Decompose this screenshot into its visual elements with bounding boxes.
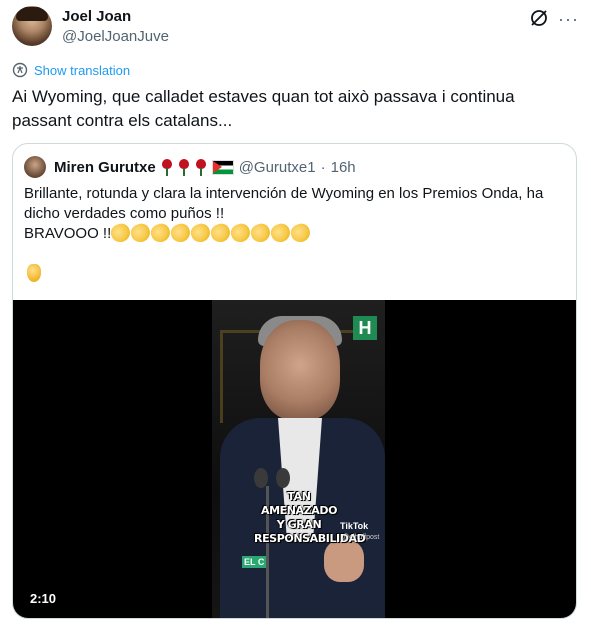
rose-icon bbox=[178, 158, 190, 176]
video-player[interactable]: H TAN AMENAZADO Y GRAN RESPONSABILIDAD T… bbox=[13, 300, 576, 618]
quoted-author-handle[interactable]: @Gurutxe1 bbox=[239, 159, 316, 176]
rose-icon bbox=[161, 158, 173, 176]
quoted-tweet-header: Miren Gurutxe @Gurutxe1 · 16h bbox=[24, 156, 356, 178]
tiktok-username: @elhuffpost bbox=[342, 534, 380, 541]
translate-icon bbox=[12, 62, 28, 78]
clapping-hands-icon bbox=[288, 221, 313, 245]
quoted-tweet[interactable]: Miren Gurutxe @Gurutxe1 · 16h Brillante,… bbox=[12, 143, 577, 619]
quoted-tweet-time[interactable]: 16h bbox=[331, 159, 356, 176]
clapping-hands-icon bbox=[188, 221, 213, 245]
video-caption: TAN AMENAZADO Y GRAN RESPONSABILIDAD bbox=[254, 490, 366, 546]
caption-line: TAN AMENAZADO bbox=[260, 490, 338, 517]
separator-dot: · bbox=[320, 158, 326, 176]
video-duration: 2:10 bbox=[26, 589, 61, 608]
clapping-hands-icon bbox=[108, 221, 133, 245]
speaker-hand bbox=[324, 540, 364, 582]
clapping-hands-row bbox=[108, 221, 313, 245]
quoted-text-line: Brillante, rotunda y clara la intervenci… bbox=[24, 185, 544, 202]
lower-third-label: EL C bbox=[242, 556, 267, 568]
author-handle[interactable]: @JoelJoanJuve bbox=[62, 28, 169, 45]
grok-icon[interactable] bbox=[529, 8, 549, 28]
show-translation-label[interactable]: Show translation bbox=[34, 63, 130, 78]
clapping-hands-icon bbox=[168, 221, 193, 245]
tweet-header: Joel Joan @JoelJoanJuve ··· bbox=[12, 6, 579, 48]
huffpost-logo: H bbox=[353, 316, 377, 340]
clapping-hands-icon bbox=[208, 221, 233, 245]
speaker-head bbox=[260, 320, 340, 420]
microphone-icon bbox=[254, 468, 268, 488]
clapping-hands-icon bbox=[248, 221, 273, 245]
caption-line: Y GRAN bbox=[276, 518, 322, 531]
more-options-icon[interactable]: ··· bbox=[558, 9, 579, 30]
clapping-hands-icon bbox=[228, 221, 253, 245]
tiktok-watermark: TikTok bbox=[340, 521, 369, 531]
clapping-hands-icon bbox=[148, 221, 173, 245]
tweet-text: Ai Wyoming, que calladet estaves quan to… bbox=[12, 87, 515, 130]
rose-icon bbox=[195, 158, 207, 176]
clapping-hands-icon bbox=[128, 221, 153, 245]
palestine-flag-icon bbox=[211, 159, 234, 175]
caption-line: RESPONSABILIDAD bbox=[254, 532, 366, 545]
show-translation-link[interactable]: Show translation bbox=[12, 62, 130, 78]
video-frame[interactable]: H TAN AMENAZADO Y GRAN RESPONSABILIDAD T… bbox=[212, 300, 385, 618]
quoted-author-name[interactable]: Miren Gurutxe bbox=[54, 159, 156, 176]
quoted-author-avatar[interactable] bbox=[24, 156, 46, 178]
author-avatar[interactable] bbox=[12, 6, 52, 46]
author-name[interactable]: Joel Joan bbox=[62, 8, 131, 25]
pointing-down-icon bbox=[27, 264, 41, 282]
clapping-hands-icon bbox=[268, 221, 293, 245]
microphone-icon bbox=[276, 468, 290, 488]
quoted-text-line: dicho verdades como puños !! bbox=[24, 205, 225, 222]
